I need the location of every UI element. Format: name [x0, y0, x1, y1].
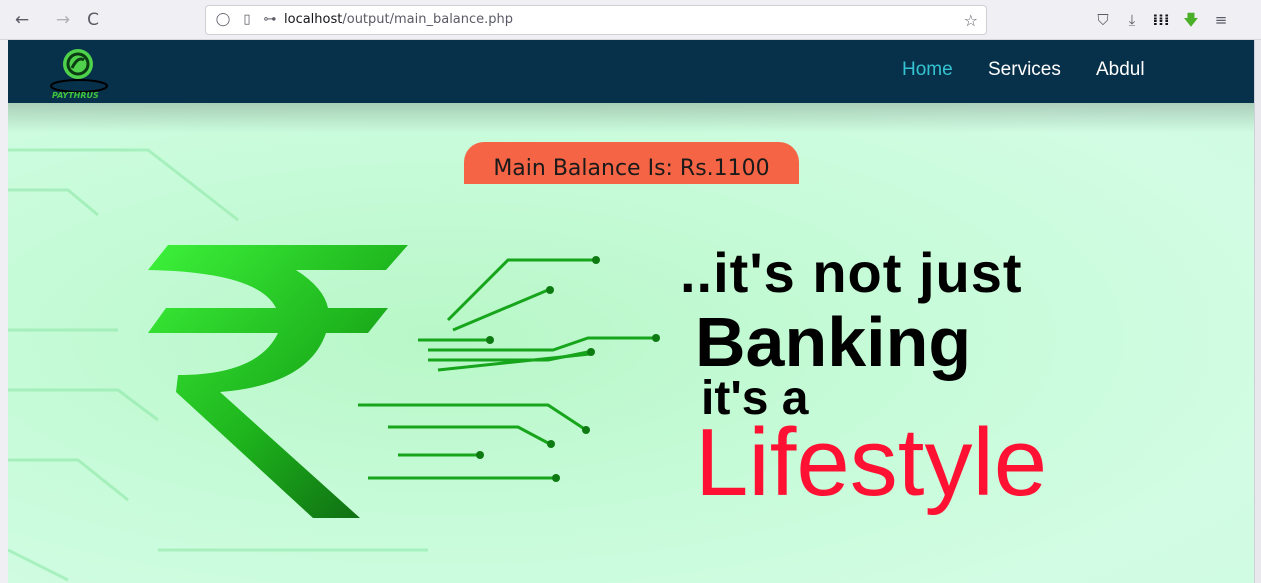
- download-helper-icon[interactable]: 🡇: [1180, 9, 1202, 31]
- tagline-line-1: ..it's not just: [680, 241, 1023, 304]
- main-balance-badge: Main Balance Is: Rs.1100: [464, 142, 799, 184]
- browser-toolbar: ← → C ◯ ▯ ⊶ localhost/output/main_balanc…: [0, 0, 1261, 40]
- key-icon[interactable]: ⊶: [262, 12, 278, 28]
- site-navbar: PAYTHRUS Home Services Abdul: [8, 40, 1254, 103]
- back-arrow-icon[interactable]: ←: [10, 8, 34, 32]
- download-icon[interactable]: ⤓: [1121, 9, 1143, 31]
- shield-icon[interactable]: ◯: [215, 12, 231, 28]
- window-edge: [1254, 40, 1261, 583]
- tagline-line-4: Lifestyle: [695, 409, 1048, 516]
- pocket-icon[interactable]: ⛉: [1092, 9, 1114, 31]
- url-path: /output/main_balance.php: [342, 12, 514, 27]
- rupee-circuit-illustration: [8, 148, 660, 582]
- paythrus-logo[interactable]: PAYTHRUS: [48, 44, 118, 100]
- tagline-line-2: Banking: [695, 303, 972, 381]
- page-viewport: Main Balance Is: Rs.1100 ..it's not just…: [8, 40, 1254, 583]
- url-host: localhost: [284, 12, 343, 27]
- forward-arrow-icon[interactable]: →: [51, 8, 75, 32]
- nav-home[interactable]: Home: [902, 59, 953, 81]
- bookmark-star-icon[interactable]: ☆: [964, 11, 978, 30]
- logo-text: PAYTHRUS: [52, 91, 99, 100]
- url-text[interactable]: localhost/output/main_balance.php: [284, 12, 513, 27]
- reload-icon[interactable]: C: [81, 8, 105, 32]
- grid-extension-icon[interactable]: ⁞⁞⁞: [1150, 9, 1172, 31]
- nav-user-abdul[interactable]: Abdul: [1096, 59, 1145, 81]
- hero-banner: Main Balance Is: Rs.1100 ..it's not just…: [8, 40, 1254, 583]
- page-icon[interactable]: ▯: [239, 12, 255, 28]
- address-bar[interactable]: ◯ ▯ ⊶ localhost/output/main_balance.php …: [205, 5, 987, 35]
- nav-services[interactable]: Services: [988, 59, 1061, 81]
- menu-icon[interactable]: ≡: [1210, 9, 1232, 31]
